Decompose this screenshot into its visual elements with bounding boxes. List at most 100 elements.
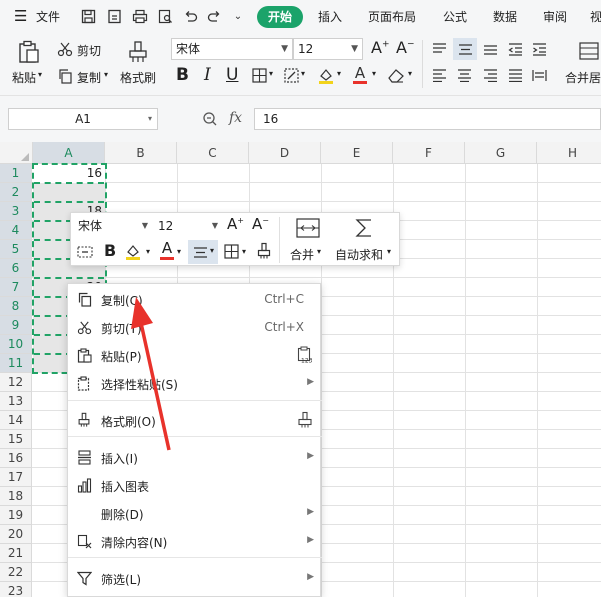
row-header[interactable]: 20 [0, 525, 32, 544]
tab-insert[interactable]: 插入 [318, 8, 342, 25]
chevron-down-icon[interactable]: ▾ [269, 69, 273, 78]
borders-icon[interactable] [250, 66, 268, 84]
format-painter-icon[interactable] [296, 411, 314, 429]
column-header-a[interactable]: A [33, 142, 105, 164]
align-top-icon[interactable] [430, 40, 448, 58]
merge-center-button[interactable]: 合并居 [565, 69, 601, 86]
chevron-down-icon[interactable]: ⌄ [228, 6, 248, 26]
undo-icon[interactable] [180, 6, 200, 26]
cut-button[interactable]: 剪切 [77, 42, 101, 59]
format-brush-icon[interactable] [77, 244, 93, 260]
decrease-indent-icon[interactable] [506, 40, 524, 58]
chevron-down-icon[interactable]: ▾ [146, 247, 150, 256]
row-header[interactable]: 6 [0, 259, 32, 278]
row-header[interactable]: 19 [0, 506, 32, 525]
file-menu[interactable]: 文件 [36, 8, 60, 25]
row-header[interactable]: 10 [0, 335, 32, 354]
font-size-select[interactable]: 12 ▼ [293, 38, 363, 60]
align-right-icon[interactable] [481, 66, 499, 84]
chevron-down-icon[interactable]: ▾ [408, 69, 412, 78]
increase-font-icon[interactable]: A+ [371, 38, 390, 57]
paste-button[interactable]: 粘贴 [12, 69, 36, 86]
merge-center-icon[interactable] [578, 40, 600, 62]
increase-font-icon[interactable]: A+ [227, 215, 244, 233]
paste-values-icon[interactable]: 123 [296, 346, 314, 364]
column-header-g[interactable]: G [465, 142, 537, 164]
justify-icon[interactable] [506, 66, 524, 84]
font-color-icon[interactable]: A [158, 241, 176, 263]
menu-item-paste-special[interactable]: 选择性粘贴(S) ▶ [68, 369, 322, 397]
column-header-b[interactable]: B [105, 142, 177, 164]
increase-indent-icon[interactable] [530, 40, 548, 58]
fill-color-icon[interactable] [316, 66, 336, 86]
hamburger-icon[interactable]: ☰ [14, 7, 27, 25]
formula-input[interactable]: 16 [254, 108, 601, 130]
row-header[interactable]: 17 [0, 468, 32, 487]
borders-icon[interactable] [224, 244, 240, 260]
print-preview-icon[interactable] [155, 6, 175, 26]
chevron-down-icon[interactable]: ▾ [387, 247, 391, 256]
format-painter-icon[interactable] [257, 242, 273, 260]
bold-icon[interactable]: B [176, 65, 189, 85]
chevron-down-icon[interactable]: ▾ [301, 69, 305, 78]
chevron-down-icon[interactable]: ▾ [177, 247, 181, 256]
copy-button[interactable]: 复制 [77, 69, 101, 86]
tab-start[interactable]: 开始 [257, 6, 303, 28]
redo-icon[interactable] [204, 6, 224, 26]
menu-item-cut[interactable]: 剪切(T) Ctrl+X [68, 313, 322, 341]
cell-style-icon[interactable] [282, 66, 300, 84]
tab-page-layout[interactable]: 页面布局 [368, 8, 416, 25]
menu-item-copy[interactable]: 复制(C) Ctrl+C [68, 285, 322, 313]
row-header[interactable]: 8 [0, 297, 32, 316]
bold-icon[interactable]: B [104, 241, 116, 260]
mini-font-name-select[interactable]: 宋体 ▼ [73, 216, 153, 236]
row-header[interactable]: 4 [0, 221, 32, 240]
cell-a1[interactable]: 16 [33, 164, 105, 183]
row-header[interactable]: 21 [0, 544, 32, 563]
row-header[interactable]: 12 [0, 373, 32, 392]
row-header[interactable]: 7 [0, 278, 32, 297]
italic-icon[interactable]: I [204, 65, 211, 85]
decrease-font-icon[interactable]: A− [396, 38, 415, 57]
print-icon[interactable] [130, 6, 150, 26]
row-header[interactable]: 14 [0, 411, 32, 430]
column-header-f[interactable]: F [393, 142, 465, 164]
row-header[interactable]: 18 [0, 487, 32, 506]
chevron-down-icon[interactable]: ▾ [242, 247, 246, 256]
decrease-font-icon[interactable]: A− [252, 215, 269, 233]
merge-button[interactable]: 合并 [290, 246, 314, 263]
align-middle-button[interactable]: ▾ [188, 240, 218, 264]
row-header[interactable]: 13 [0, 392, 32, 411]
menu-item-insert[interactable]: 插入(I) ▶ [68, 443, 322, 471]
row-header[interactable]: 15 [0, 430, 32, 449]
column-header-d[interactable]: D [249, 142, 321, 164]
save-icon[interactable] [78, 6, 98, 26]
row-header[interactable]: 22 [0, 563, 32, 582]
menu-item-filter[interactable]: 筛选(L) ▶ [68, 564, 322, 592]
align-center-icon[interactable] [455, 66, 473, 84]
row-header[interactable]: 11 [0, 354, 32, 373]
row-header[interactable]: 2 [0, 183, 32, 202]
export-pdf-icon[interactable] [104, 6, 124, 26]
autosum-button[interactable]: 自动求和 [335, 246, 383, 263]
mini-font-size-select[interactable]: 12 ▼ [153, 216, 223, 236]
menu-item-paste[interactable]: 粘贴(P) 123 [68, 341, 322, 369]
align-left-icon[interactable] [430, 66, 448, 84]
distributed-align-icon[interactable] [530, 66, 548, 84]
row-header[interactable]: 5 [0, 240, 32, 259]
chevron-down-icon[interactable]: ▾ [337, 69, 341, 78]
row-header[interactable]: 1 [0, 164, 32, 183]
tab-data[interactable]: 数据 [493, 8, 517, 25]
row-header[interactable]: 3 [0, 202, 32, 221]
menu-item-clear-contents[interactable]: 清除内容(N) ▶ [68, 527, 322, 555]
format-painter-icon[interactable] [126, 38, 150, 66]
fill-color-icon[interactable] [124, 243, 144, 263]
menu-item-format-painter[interactable]: 格式刷(O) [68, 406, 322, 434]
select-all-corner[interactable] [0, 142, 33, 164]
eraser-icon[interactable] [386, 66, 406, 84]
tab-view[interactable]: 视 [590, 8, 601, 25]
chevron-down-icon[interactable]: ▾ [317, 247, 321, 256]
sigma-icon[interactable] [354, 217, 374, 239]
column-header-c[interactable]: C [177, 142, 249, 164]
chevron-down-icon[interactable]: ▾ [372, 69, 376, 78]
